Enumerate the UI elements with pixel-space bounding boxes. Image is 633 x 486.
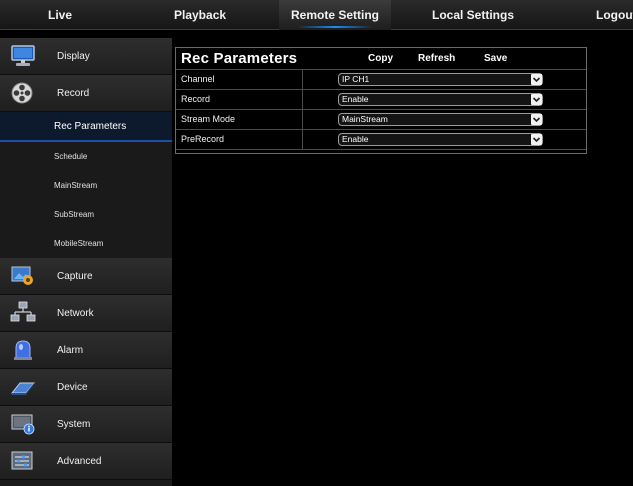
sidebar-item-label: Device [57, 382, 88, 393]
row-stream-mode: Stream Mode MainStream [176, 109, 586, 129]
sidebar-item-alarm[interactable]: Alarm [0, 332, 172, 369]
refresh-button[interactable]: Refresh [418, 53, 455, 64]
top-navigation: Live Playback Remote Setting Local Setti… [0, 0, 633, 30]
column-divider [302, 70, 303, 89]
chevron-down-icon[interactable] [531, 74, 542, 85]
tab-local-settings[interactable]: Local Settings [432, 0, 514, 30]
sidebar-item-device[interactable]: Device [0, 369, 172, 406]
chevron-down-icon[interactable] [531, 94, 542, 105]
sidebar-subitem-label: SubStream [54, 210, 95, 219]
capture-icon [10, 264, 36, 288]
sidebar-item-label: System [57, 419, 91, 430]
system-icon [10, 412, 36, 436]
sidebar-subitem-label: Schedule [54, 152, 88, 161]
save-button[interactable]: Save [484, 53, 507, 64]
row-record: Record Enable [176, 89, 586, 109]
chevron-down-icon[interactable] [531, 134, 542, 145]
sidebar-item-label: Network [57, 308, 94, 319]
sidebar-item-system[interactable]: System [0, 406, 172, 443]
column-divider [302, 90, 303, 109]
row-label: PreRecord [181, 134, 225, 144]
sidebar-subitem-substream[interactable]: SubStream [0, 200, 172, 229]
column-divider [302, 110, 303, 129]
sidebar-item-capture[interactable]: Capture [0, 258, 172, 295]
select-value: Enable [342, 134, 369, 144]
select-value: Enable [342, 94, 369, 104]
sidebar-item-label: Advanced [57, 456, 102, 467]
sidebar-subitem-label: MainStream [54, 181, 98, 190]
monitor-icon [10, 44, 36, 68]
network-icon [10, 301, 36, 325]
sidebar-subitem-label: MobileStream [54, 239, 104, 248]
row-label: Record [181, 94, 211, 104]
select-value: MainStream [342, 114, 388, 124]
row-channel: Channel IP CH1 [176, 69, 586, 89]
row-label: Stream Mode [181, 114, 236, 124]
sidebar-item-record[interactable]: Record [0, 75, 172, 112]
select-value: IP CH1 [342, 74, 370, 84]
sidebar-item-label: Alarm [57, 345, 84, 356]
channel-select[interactable]: IP CH1 [338, 73, 543, 86]
prerecord-select[interactable]: Enable [338, 133, 543, 146]
chevron-down-icon[interactable] [531, 114, 542, 125]
sidebar-item-label: Display [57, 51, 90, 62]
sidebar-subitem-schedule[interactable]: Schedule [0, 142, 172, 171]
sidebar-item-display[interactable]: Display [0, 38, 172, 75]
row-prerecord: PreRecord Enable [176, 129, 586, 150]
sidebar-item-network[interactable]: Network [0, 295, 172, 332]
column-divider [302, 130, 303, 149]
alarm-icon [10, 338, 36, 362]
sidebar-item-label: Capture [57, 271, 93, 282]
sidebar-subitem-rec-parameters[interactable]: Rec Parameters [0, 112, 172, 142]
sidebar-item-label: Record [57, 88, 90, 99]
device-icon [10, 375, 36, 399]
tab-remote-setting-label: Remote Setting [290, 8, 379, 22]
tab-remote-setting[interactable]: Remote Setting [279, 0, 391, 30]
tab-playback[interactable]: Playback [174, 0, 226, 30]
row-label: Channel [181, 74, 215, 84]
sidebar-subitem-label: Rec Parameters [54, 121, 127, 132]
film-reel-icon [10, 81, 36, 105]
tab-live[interactable]: Live [48, 0, 72, 30]
record-select[interactable]: Enable [338, 93, 543, 106]
active-tab-underline [297, 26, 373, 28]
panel-title: Rec Parameters [181, 50, 298, 67]
copy-button[interactable]: Copy [368, 53, 393, 64]
sidebar-item-advanced[interactable]: Advanced [0, 443, 172, 480]
rec-parameters-panel: Rec Parameters Copy Refresh Save Channel… [175, 47, 587, 154]
sidebar-subitem-mobilestream[interactable]: MobileStream [0, 229, 172, 258]
advanced-icon [10, 449, 36, 473]
sidebar: Display Record Rec Parameters Schedule M… [0, 38, 172, 486]
sidebar-subitem-mainstream[interactable]: MainStream [0, 171, 172, 200]
stream-mode-select[interactable]: MainStream [338, 113, 543, 126]
logout-button[interactable]: Logout [596, 0, 633, 30]
